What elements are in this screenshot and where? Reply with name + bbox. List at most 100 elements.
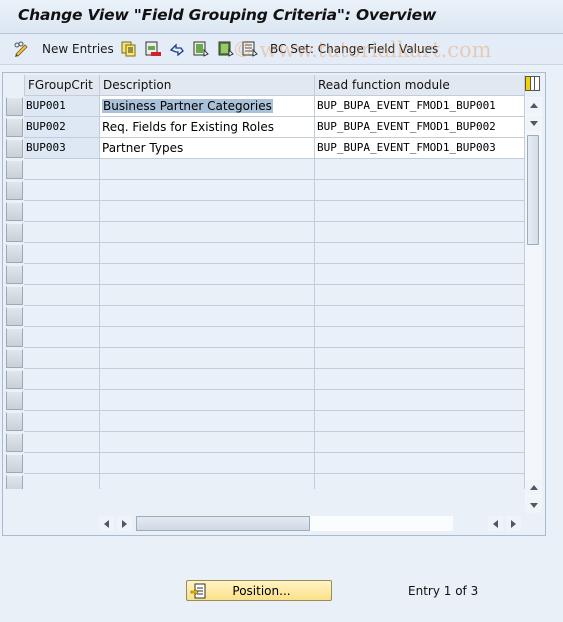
column-header-fgroupcrit[interactable]: FGroupCrit — [24, 75, 100, 96]
read-function-module-cell[interactable]: BUP_BUPA_EVENT_FMOD1_BUP001 — [315, 96, 525, 117]
fgroupcrit-cell[interactable] — [24, 243, 100, 264]
column-header-description[interactable]: Description — [100, 75, 315, 96]
read-function-module-cell[interactable] — [315, 180, 525, 201]
new-entries-button[interactable]: New Entries — [42, 40, 114, 58]
description-cell[interactable] — [100, 369, 315, 390]
fgroupcrit-cell[interactable] — [24, 180, 100, 201]
row-selector[interactable] — [6, 307, 23, 326]
fgroupcrit-cell[interactable] — [24, 432, 100, 453]
fgroupcrit-cell[interactable] — [24, 264, 100, 285]
table-control: FGroupCrit Description Read function mod… — [2, 72, 546, 536]
delete-button[interactable] — [145, 40, 161, 58]
read-function-module-cell[interactable] — [315, 390, 525, 411]
scroll-left-end-button[interactable] — [488, 516, 503, 531]
row-selector[interactable] — [6, 160, 23, 179]
vertical-scroll-thumb[interactable] — [527, 135, 539, 245]
description-cell[interactable] — [100, 411, 315, 432]
description-cell[interactable] — [100, 474, 315, 489]
description-cell[interactable] — [100, 264, 315, 285]
fgroupcrit-cell[interactable] — [24, 348, 100, 369]
read-function-module-cell[interactable] — [315, 306, 525, 327]
read-function-module-cell[interactable] — [315, 243, 525, 264]
row-selector[interactable] — [6, 349, 23, 368]
row-selector[interactable] — [6, 328, 23, 347]
row-selector[interactable] — [6, 454, 23, 473]
description-cell[interactable] — [100, 306, 315, 327]
read-function-module-cell[interactable] — [315, 159, 525, 180]
row-selector[interactable] — [6, 97, 23, 116]
row-selector[interactable] — [6, 265, 23, 284]
read-function-module-cell[interactable] — [315, 411, 525, 432]
row-selector[interactable] — [6, 391, 23, 410]
read-function-module-cell[interactable]: BUP_BUPA_EVENT_FMOD1_BUP003 — [315, 138, 525, 159]
fgroupcrit-cell[interactable] — [24, 159, 100, 180]
undo-change-button[interactable] — [169, 40, 185, 58]
description-cell[interactable] — [100, 453, 315, 474]
row-selector[interactable] — [6, 118, 23, 137]
row-selector[interactable] — [6, 475, 23, 489]
row-selector[interactable] — [6, 181, 23, 200]
scroll-page-up-button[interactable] — [526, 480, 541, 495]
description-cell[interactable]: Req. Fields for Existing Roles — [100, 117, 315, 138]
fgroupcrit-cell[interactable] — [24, 390, 100, 411]
fgroupcrit-cell[interactable] — [24, 306, 100, 327]
row-selector[interactable] — [6, 433, 23, 452]
description-cell[interactable] — [100, 180, 315, 201]
description-cell[interactable]: Partner Types — [100, 138, 315, 159]
select-all-button[interactable] — [193, 40, 209, 58]
fgroupcrit-cell[interactable] — [24, 327, 100, 348]
copy-button[interactable] — [121, 40, 137, 58]
row-selector[interactable] — [6, 370, 23, 389]
scroll-page-down-button[interactable] — [526, 498, 541, 513]
description-cell[interactable] — [100, 243, 315, 264]
row-selector[interactable] — [6, 286, 23, 305]
description-cell[interactable] — [100, 348, 315, 369]
scroll-up-button[interactable] — [526, 98, 541, 113]
table-settings-button[interactable] — [525, 76, 540, 91]
read-function-module-cell[interactable] — [315, 222, 525, 243]
change-display-button[interactable] — [13, 40, 29, 58]
fgroupcrit-cell[interactable] — [24, 453, 100, 474]
vertical-scrollbar[interactable] — [525, 97, 542, 513]
read-function-module-cell[interactable] — [315, 201, 525, 222]
fgroupcrit-cell[interactable] — [24, 411, 100, 432]
read-function-module-cell[interactable] — [315, 285, 525, 306]
description-cell[interactable] — [100, 432, 315, 453]
scroll-down-button[interactable] — [526, 116, 541, 131]
read-function-module-cell[interactable] — [315, 348, 525, 369]
row-selector[interactable] — [6, 412, 23, 431]
description-cell[interactable] — [100, 201, 315, 222]
column-header-read-function-module[interactable]: Read function module — [315, 75, 525, 96]
read-function-module-cell[interactable] — [315, 369, 525, 390]
read-function-module-cell[interactable] — [315, 264, 525, 285]
read-function-module-cell[interactable] — [315, 453, 525, 474]
fgroupcrit-cell[interactable] — [24, 474, 100, 489]
row-selector[interactable] — [6, 202, 23, 221]
fgroupcrit-cell[interactable] — [24, 369, 100, 390]
row-selector[interactable] — [6, 139, 23, 158]
fgroupcrit-cell[interactable] — [24, 285, 100, 306]
fgroupcrit-cell[interactable] — [24, 222, 100, 243]
read-function-module-cell[interactable] — [315, 432, 525, 453]
fgroupcrit-cell[interactable] — [24, 201, 100, 222]
scroll-right-button[interactable] — [117, 516, 132, 531]
scroll-right-end-button[interactable] — [506, 516, 521, 531]
description-cell[interactable]: Business Partner Categories — [100, 96, 315, 117]
row-selector[interactable] — [6, 223, 23, 242]
horizontal-scroll-thumb[interactable] — [136, 516, 310, 531]
position-button[interactable]: Position... — [186, 580, 332, 601]
bc-set-change-field-values-button[interactable]: BC Set: Change Field Values — [270, 40, 438, 58]
horizontal-scroll-track[interactable] — [310, 516, 453, 531]
scroll-left-button[interactable] — [99, 516, 114, 531]
description-cell[interactable] — [100, 327, 315, 348]
description-cell[interactable] — [100, 285, 315, 306]
deselect-all-button[interactable] — [242, 40, 258, 58]
read-function-module-cell[interactable]: BUP_BUPA_EVENT_FMOD1_BUP002 — [315, 117, 525, 138]
description-cell[interactable] — [100, 159, 315, 180]
description-cell[interactable] — [100, 390, 315, 411]
select-block-button[interactable] — [218, 40, 234, 58]
description-cell[interactable] — [100, 222, 315, 243]
read-function-module-cell[interactable] — [315, 474, 525, 489]
read-function-module-cell[interactable] — [315, 327, 525, 348]
row-selector[interactable] — [6, 244, 23, 263]
